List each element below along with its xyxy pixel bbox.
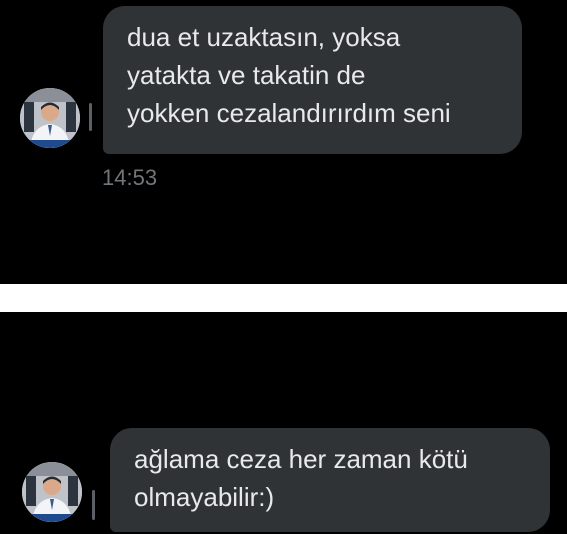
message-timestamp: 14:53 [102,165,158,190]
bubble-tail-marker [89,103,92,131]
chat-panel-bottom: ağlama ceza her zaman kötü olmayabilir:) [0,312,567,534]
message-bubble[interactable]: ağlama ceza her zaman kötü olmayabilir:) [110,428,550,532]
bubble-tail-marker [92,490,95,520]
avatar[interactable] [22,462,82,522]
avatar-photo-icon [20,88,80,148]
chat-panel-top: dua et uzaktasın, yoksa yatakta ve takat… [0,0,567,284]
message-bubble[interactable]: dua et uzaktasın, yoksa yatakta ve takat… [103,6,522,154]
avatar[interactable] [20,88,80,148]
avatar-photo-icon [22,462,82,522]
